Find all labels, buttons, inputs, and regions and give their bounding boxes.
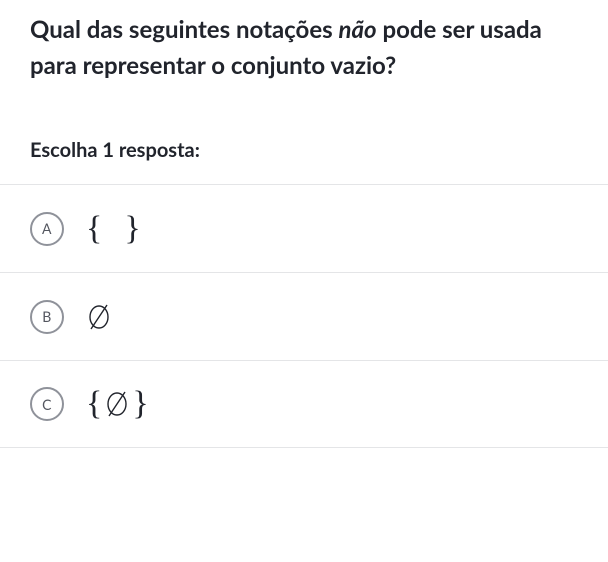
option-badge-b: B [30,300,64,334]
option-answer-b [86,302,112,332]
quiz-container: Qual das seguintes notações não pode ser… [0,0,608,448]
option-answer-a: { } [86,210,141,248]
option-c[interactable]: C { } [0,360,608,448]
option-b[interactable]: B [0,272,608,360]
option-badge-c: C [30,387,64,421]
question-pre: Qual das seguintes notações [30,15,339,44]
brace-open-icon: { [86,210,102,248]
brace-close-icon: } [132,385,148,423]
option-a[interactable]: A { } [0,184,608,272]
emptyset-icon [104,389,130,419]
instruction-text: Escolha 1 resposta: [0,138,608,162]
option-badge-a: A [30,212,64,246]
brace-open-icon: { [86,385,102,423]
brace-close-icon: } [124,210,140,248]
option-answer-c: { } [86,385,149,423]
options-list: A { } B C { } [0,184,608,448]
question-text: Qual das seguintes notações não pode ser… [0,12,608,84]
emptyset-icon [86,302,112,332]
question-emphasis: não [339,15,377,44]
